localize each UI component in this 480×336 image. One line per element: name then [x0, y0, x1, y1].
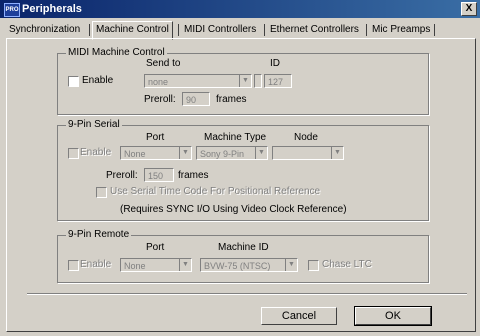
midi-enable-checkbox[interactable] — [68, 76, 79, 87]
ok-button[interactable]: OK — [354, 306, 432, 326]
chevron-down-icon: ▼ — [179, 259, 191, 271]
id-label: ID — [270, 58, 280, 69]
use-serial-tc-label: Use Serial Time Code For Positional Refe… — [110, 186, 321, 197]
preroll-label: Preroll: — [106, 170, 138, 181]
tab-separator — [264, 24, 265, 36]
remote-port-dropdown[interactable]: None ▼ — [120, 258, 192, 272]
preroll-field[interactable]: 150 — [144, 168, 174, 182]
port-label: Port — [146, 242, 165, 253]
node-label: Node — [294, 132, 318, 143]
machine-id-label: Machine ID — [218, 242, 269, 253]
port-dropdown[interactable]: None ▼ — [120, 146, 192, 160]
id-value: 127 — [268, 77, 284, 87]
app-icon: PRO — [4, 3, 20, 17]
tab-synchronization[interactable]: Synchronization — [6, 22, 83, 37]
midi-machine-control-group: MIDI Machine Control Send to ID Enable n… — [57, 47, 429, 115]
id-stepper-box[interactable] — [254, 74, 262, 88]
group-title: MIDI Machine Control — [66, 47, 167, 58]
chase-ltc-checkbox[interactable] — [308, 260, 319, 271]
tab-midi-controllers[interactable]: MIDI Controllers — [181, 22, 259, 37]
enable-label: Enable — [80, 259, 112, 270]
send-to-dropdown[interactable]: none ▼ — [144, 74, 252, 88]
port-label: Port — [146, 132, 165, 143]
chevron-down-icon: ▼ — [179, 147, 191, 159]
send-to-value: none — [148, 77, 169, 87]
nine-pin-remote-group: 9-Pin Remote Port Machine ID Enable None… — [57, 229, 429, 283]
use-serial-tc-checkbox[interactable] — [96, 187, 107, 198]
tab-mic-preamps[interactable]: Mic Preamps — [369, 22, 433, 37]
preroll-value: 90 — [186, 95, 197, 105]
machine-id-value: BVW-75 (NTSC) — [204, 261, 271, 271]
id-field[interactable]: 127 — [264, 74, 292, 88]
machine-type-value: Sony 9-Pin — [200, 149, 245, 159]
frames-label: frames — [216, 94, 247, 105]
tab-separator — [366, 24, 367, 36]
serial-enable-checkbox[interactable] — [68, 148, 79, 159]
enable-label: Enable — [82, 75, 114, 86]
machine-type-label: Machine Type — [204, 132, 267, 143]
preroll-label: Preroll: — [144, 94, 176, 105]
send-to-label: Send to — [146, 58, 181, 69]
tab-separator — [89, 24, 90, 36]
chevron-down-icon: ▼ — [239, 75, 251, 87]
window-title: Peripherals — [22, 3, 82, 15]
cancel-button[interactable]: Cancel — [261, 307, 337, 325]
preroll-field[interactable]: 90 — [182, 92, 210, 106]
close-button[interactable]: X — [461, 2, 477, 16]
machine-id-dropdown[interactable]: BVW-75 (NTSC) ▼ — [200, 258, 298, 272]
divider — [27, 293, 467, 295]
tab-separator — [178, 24, 179, 36]
enable-label: Enable — [80, 147, 112, 158]
node-dropdown[interactable]: ▼ — [272, 146, 344, 160]
group-title: 9-Pin Remote — [66, 229, 132, 240]
tab-panel: MIDI Machine Control Send to ID Enable n… — [6, 38, 476, 332]
chevron-down-icon: ▼ — [331, 147, 343, 159]
remote-enable-checkbox[interactable] — [68, 260, 79, 271]
nine-pin-serial-group: 9-Pin Serial Port Machine Type Node Enab… — [57, 119, 429, 221]
port-value: None — [124, 149, 146, 159]
frames-label: frames — [178, 170, 209, 181]
machine-type-dropdown[interactable]: Sony 9-Pin ▼ — [196, 146, 268, 160]
tab-bar: Synchronization Machine Control MIDI Con… — [6, 21, 474, 40]
tab-separator — [434, 24, 435, 36]
chevron-down-icon: ▼ — [255, 147, 267, 159]
tab-ethernet-controllers[interactable]: Ethernet Controllers — [267, 22, 362, 37]
group-title: 9-Pin Serial — [66, 119, 122, 130]
title-bar: PRO Peripherals X — [0, 0, 480, 18]
chevron-down-icon: ▼ — [285, 259, 297, 271]
preroll-value: 150 — [148, 171, 164, 181]
chase-ltc-label: Chase LTC — [322, 259, 372, 270]
sync-requirement-note: (Requires SYNC I/O Using Video Clock Ref… — [120, 204, 347, 215]
port-value: None — [124, 261, 146, 271]
